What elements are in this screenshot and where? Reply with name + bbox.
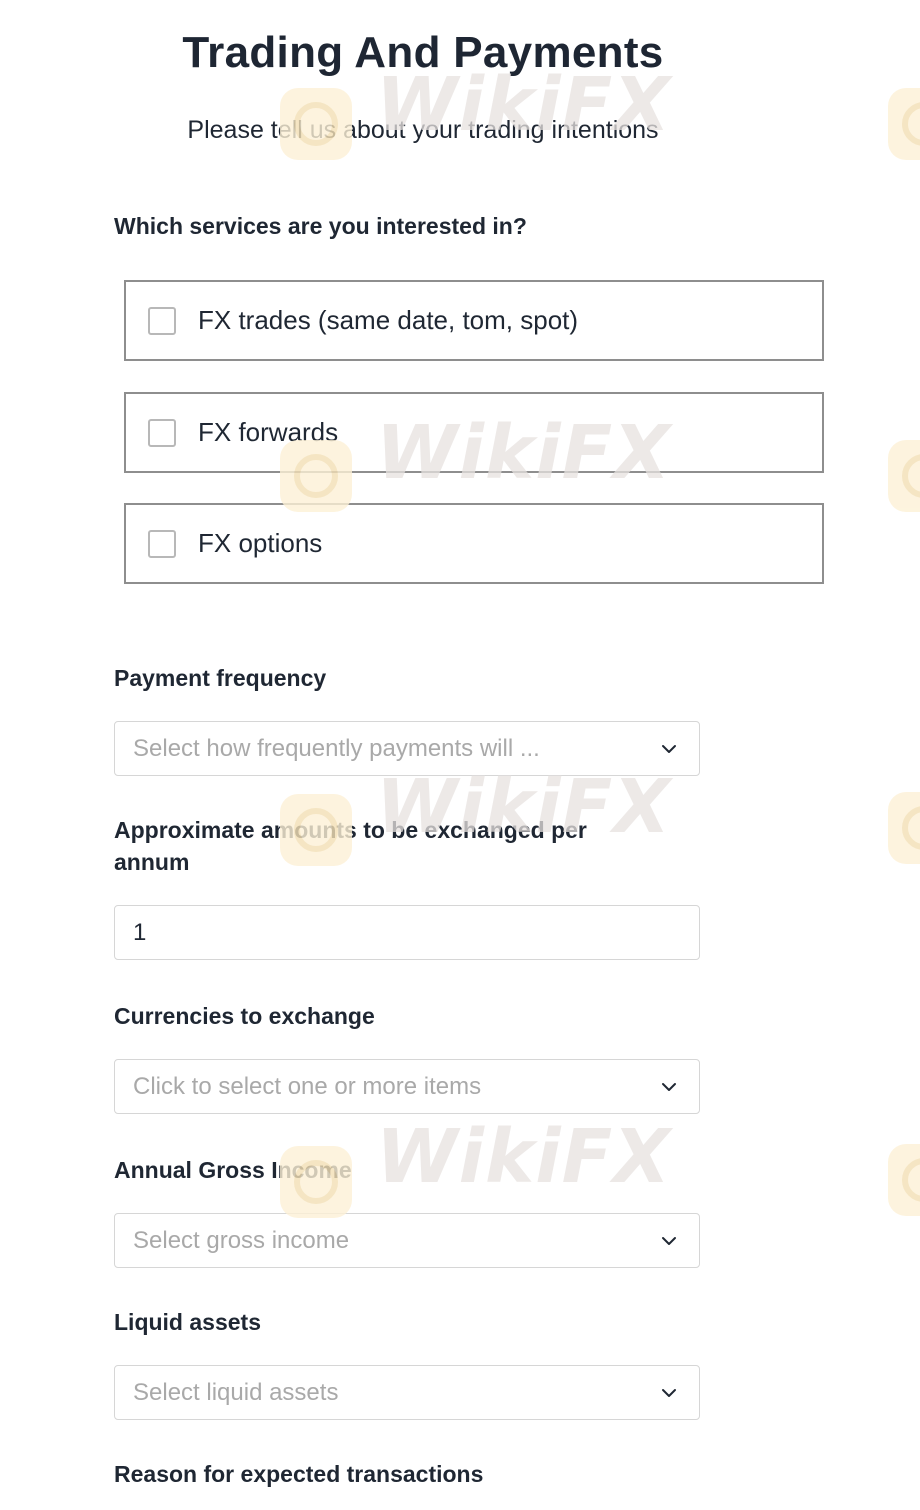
page-subtitle: Please tell us about your trading intent… [187,116,659,144]
watermark-text: WikiFX [376,1114,672,1200]
watermark-logo-icon [888,1144,920,1216]
chevron-down-icon [662,745,676,753]
amounts-value: 1 [133,919,147,946]
payment-frequency-placeholder: Select how frequently payments will ... [133,735,540,762]
income-label: Annual Gross Income [114,1157,352,1183]
checkbox-fx-trades[interactable] [148,307,176,335]
reason-label: Reason for expected transactions [114,1461,484,1487]
services-label: Which services are you interested in? [114,213,527,239]
service-option-label: FX forwards [198,417,339,447]
chevron-down-icon [662,1389,676,1397]
chevron-down-icon [662,1083,676,1091]
amounts-label-line2: annum [114,849,190,875]
currencies-multiselect[interactable]: Click to select one or more items [114,1059,700,1114]
amounts-input[interactable]: 1 [114,905,700,960]
payment-frequency-label: Payment frequency [114,665,327,691]
income-select[interactable]: Select gross income [114,1213,700,1268]
service-option-label: FX trades (same date, tom, spot) [198,305,579,335]
service-option-fx-options[interactable]: FX options [124,503,824,584]
watermark-logo-icon [888,88,920,160]
liquid-assets-select[interactable]: Select liquid assets [114,1365,700,1420]
watermark-logo-icon [888,792,920,864]
trading-payments-form: Trading And Payments Please tell us abou… [0,0,920,1510]
amounts-label-line1: Approximate amounts to be exchanged per [114,817,587,843]
checkbox-fx-options[interactable] [148,530,176,558]
service-option-label: FX options [198,528,323,558]
service-option-fx-forwards[interactable]: FX forwards [124,392,824,473]
currencies-label: Currencies to exchange [114,1003,375,1029]
liquid-assets-label: Liquid assets [114,1309,261,1335]
liquid-assets-placeholder: Select liquid assets [133,1379,339,1406]
checkbox-fx-forwards[interactable] [148,419,176,447]
payment-frequency-select[interactable]: Select how frequently payments will ... [114,721,700,776]
amounts-label: Approximate amounts to be exchanged per … [114,814,587,878]
watermark-logo-icon [888,440,920,512]
chevron-down-icon [662,1237,676,1245]
currencies-placeholder: Click to select one or more items [133,1073,482,1100]
page-title: Trading And Payments [182,28,664,77]
income-placeholder: Select gross income [133,1227,350,1254]
service-option-fx-trades[interactable]: FX trades (same date, tom, spot) [124,280,824,361]
